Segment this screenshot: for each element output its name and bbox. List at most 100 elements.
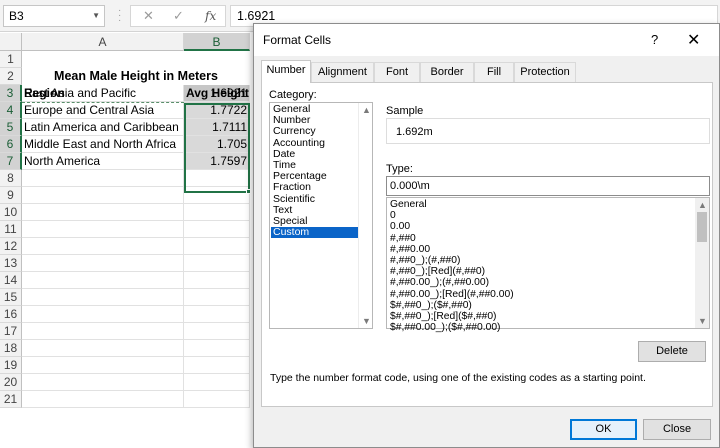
row-header-18[interactable]: 18 [0,340,22,357]
category-item-custom[interactable]: Custom [271,226,359,239]
empty-cell[interactable] [22,238,184,255]
empty-cell[interactable] [184,255,250,272]
empty-cell[interactable] [22,357,184,374]
tab-font[interactable]: Font [374,62,420,82]
format-code-item[interactable]: 0.00 [390,221,410,232]
empty-cell[interactable] [184,204,250,221]
name-box[interactable]: B3 ▼ [3,5,105,27]
fill-handle[interactable] [246,189,251,194]
tab-border[interactable]: Border [420,62,474,82]
avg-height-cell[interactable]: 1.7111 [184,119,250,136]
ok-button[interactable]: OK [570,419,637,440]
category-item-currency[interactable]: Currency [271,126,359,137]
format-code-item[interactable]: $#,##0.00_);($#,##0.00) [390,322,501,333]
avg-height-cell[interactable]: 1.7597 [184,153,250,170]
empty-cell[interactable] [184,306,250,323]
row-header-4[interactable]: 4 [0,102,22,119]
scroll-down-icon[interactable]: ▼ [362,316,371,326]
tab-number[interactable]: Number [261,60,311,83]
header-avg-height[interactable]: Avg Height [184,85,250,102]
row-header-1[interactable]: 1 [0,51,22,68]
format-list-scrollbar[interactable]: ▲ ▼ [695,198,709,328]
empty-cell[interactable] [22,340,184,357]
scroll-down-icon[interactable]: ▼ [698,316,707,326]
cancel-icon[interactable]: ✕ [143,8,154,24]
region-cell[interactable]: Europe and Central Asia [22,102,184,119]
format-code-item[interactable]: $#,##0_);($#,##0) [390,300,472,311]
tab-fill[interactable]: Fill [474,62,514,82]
empty-cell[interactable] [184,221,250,238]
region-cell[interactable]: Middle East and North Africa [22,136,184,153]
row-header-5[interactable]: 5 [0,119,22,136]
empty-cell[interactable] [184,289,250,306]
close-button[interactable]: Close [643,419,711,440]
empty-cell[interactable] [22,374,184,391]
empty-cell[interactable] [22,391,184,408]
empty-cell[interactable] [184,187,250,204]
scroll-up-icon[interactable]: ▲ [698,200,707,210]
format-code-item[interactable]: 0 [390,210,396,221]
empty-cell[interactable] [184,170,250,187]
header-region[interactable]: Region [22,85,184,102]
scroll-thumb[interactable] [697,212,707,242]
row-header-15[interactable]: 15 [0,289,22,306]
empty-cell[interactable] [184,391,250,408]
empty-cell[interactable] [22,255,184,272]
row-header-14[interactable]: 14 [0,272,22,289]
category-list[interactable]: General Number Currency Accounting Date Time P… [269,102,373,329]
empty-cell[interactable] [184,238,250,255]
row-header-17[interactable]: 17 [0,323,22,340]
row-header-10[interactable]: 10 [0,204,22,221]
format-code-item[interactable]: #,##0_);[Red](#,##0) [390,266,485,277]
row-header-20[interactable]: 20 [0,374,22,391]
delete-button[interactable]: Delete [638,341,706,362]
select-all-corner[interactable] [0,33,22,51]
category-item-fraction[interactable]: Fraction [271,182,359,193]
category-scrollbar[interactable]: ▲ ▼ [358,103,372,328]
enter-icon[interactable]: ✓ [173,8,184,24]
column-header-a[interactable]: A [22,33,184,51]
row-header-19[interactable]: 19 [0,357,22,374]
table-title[interactable]: Mean Male Height in Meters [22,68,250,85]
empty-cell[interactable] [22,306,184,323]
row-header-13[interactable]: 13 [0,255,22,272]
tab-alignment[interactable]: Alignment [311,62,374,82]
chevron-down-icon[interactable]: ▼ [92,6,100,26]
empty-cell[interactable] [22,221,184,238]
column-header-b[interactable]: B [184,33,250,51]
row-header-6[interactable]: 6 [0,136,22,153]
row-header-9[interactable]: 9 [0,187,22,204]
row-header-2[interactable]: 2 [0,68,22,85]
row-header-8[interactable]: 8 [0,170,22,187]
type-input[interactable]: 0.000\m [386,176,710,196]
help-icon[interactable]: ? [651,32,658,47]
row-header-7[interactable]: 7 [0,153,22,170]
format-code-item[interactable]: General [390,199,427,210]
format-code-item[interactable]: $#,##0_);[Red]($#,##0) [390,311,496,322]
close-icon[interactable]: ✕ [687,30,700,50]
scroll-up-icon[interactable]: ▲ [362,105,371,115]
empty-cell[interactable] [22,272,184,289]
empty-cell[interactable] [22,289,184,306]
format-code-item[interactable]: #,##0.00_);[Red](#,##0.00) [390,289,514,300]
row-header-12[interactable]: 12 [0,238,22,255]
format-code-item[interactable]: #,##0.00 [390,244,430,255]
format-code-item[interactable]: #,##0_);(#,##0) [390,255,460,266]
region-cell[interactable]: North America [22,153,184,170]
empty-cell[interactable] [184,374,250,391]
insert-function-icon[interactable]: fx [205,8,216,24]
dialog-title-bar[interactable]: Format Cells ? ✕ [254,24,719,56]
row-header-11[interactable]: 11 [0,221,22,238]
format-code-item[interactable]: #,##0.00_);(#,##0.00) [390,277,489,288]
empty-cell[interactable] [184,340,250,357]
row-header-21[interactable]: 21 [0,391,22,408]
row-header-16[interactable]: 16 [0,306,22,323]
format-code-item[interactable]: #,##0 [390,233,416,244]
tab-protection[interactable]: Protection [514,62,576,82]
format-code-list[interactable]: General 0 0.00 #,##0 #,##0.00 #,##0_);(#,##0)… [386,197,710,333]
empty-cell[interactable] [184,357,250,374]
empty-cell[interactable] [22,204,184,221]
empty-cell[interactable] [22,323,184,340]
region-cell[interactable]: Latin America and Caribbean [22,119,184,136]
row-header-3[interactable]: 3 [0,85,22,102]
